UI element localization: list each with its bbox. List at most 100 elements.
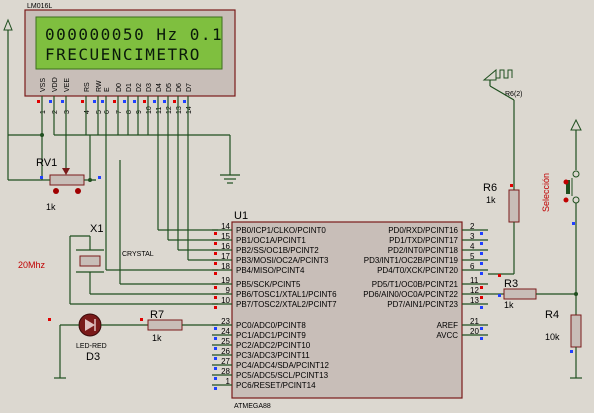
r3-value: 1k: [504, 300, 514, 310]
mcu-pin-number: 17: [221, 252, 230, 261]
lcd-module[interactable]: 000000050 Hz 0.1 FRECUENCIMETRO LM016L V…: [24, 3, 236, 114]
mcu-pin-name: PB7/TOSC2/XTAL2/PCINT7: [236, 300, 337, 309]
pin-marker: [570, 350, 573, 353]
pin-marker: [214, 327, 217, 330]
pin-marker: [140, 318, 143, 321]
resistor-r7[interactable]: R7 1k: [147, 309, 218, 343]
pin-marker: [480, 327, 483, 330]
mcu-pin-number: 19: [221, 276, 230, 285]
pin-marker: [214, 377, 217, 380]
lcd-pin-number: 1: [40, 110, 47, 114]
mcu-pin-name: PC0/ADC0/PCINT8: [236, 321, 306, 330]
pin-marker: [37, 100, 40, 103]
r7-ref: R7: [150, 309, 164, 321]
resistor-r3[interactable]: R3 1k: [488, 278, 576, 310]
mcu-ref: U1: [234, 210, 248, 222]
crystal-frequency: 20Mhz: [18, 260, 46, 270]
mcu-pin-name: PD0/RXD/PCINT16: [388, 226, 458, 235]
pin-marker: [214, 232, 217, 235]
pin-marker: [480, 232, 483, 235]
mcu-pin-number: 24: [221, 327, 230, 336]
resistor-r4[interactable]: R4 10k: [545, 294, 582, 379]
lcd-pin-number: 9: [136, 110, 143, 114]
r4-value: 10k: [545, 332, 560, 342]
pin-marker: [173, 100, 176, 103]
lcd-pin-label: D6: [176, 83, 183, 92]
rv1-decrease-handle[interactable]: [53, 188, 59, 194]
pin-marker: [214, 262, 217, 265]
lcd-pin-number: 3: [64, 110, 71, 114]
lcd-pin-label: VDD: [52, 77, 59, 92]
mcu-pin-number: 14: [221, 222, 230, 231]
mcu-pin-number: 6: [470, 262, 475, 271]
mcu-pin-name: PC5/ADC5/SCL/PCINT13: [236, 371, 329, 380]
pin-marker: [49, 100, 52, 103]
mcu-pin-number: 12: [470, 286, 479, 295]
pin-marker: [480, 296, 483, 299]
lcd-supply-wires: [8, 118, 240, 271]
mcu-pin-number: 10: [221, 296, 230, 305]
lcd-pin-label: D1: [126, 83, 133, 92]
mcu-pin-name: PC4/ADC4/SDA/PCINT12: [236, 361, 329, 370]
lcd-ref: LM016L: [27, 3, 52, 10]
pin-marker: [123, 100, 126, 103]
mcu-pin-name: PD3/INT1/OC2B/PCINT19: [364, 256, 459, 265]
mcu-pin-name: PC2/ADC2/PCINT10: [236, 341, 311, 350]
signal-generator[interactable]: R6(2): [482, 68, 523, 190]
pin-marker: [101, 100, 104, 103]
pin-marker: [214, 306, 217, 309]
mcu-pin-number: 25: [221, 337, 230, 346]
pin-marker: [498, 294, 501, 297]
lcd-line-1: 000000050 Hz 0.1: [45, 25, 223, 44]
led-d3[interactable]: LED-RED D3: [54, 313, 148, 379]
lcd-pin-label: RS: [84, 82, 91, 92]
r7-value: 1k: [152, 333, 162, 343]
switch-toggle-handle[interactable]: [563, 179, 569, 185]
pin-marker: [214, 367, 217, 370]
mcu-pin-number: 11: [470, 276, 479, 285]
mcu-pin-name: PB6/TOSC1/XTAL1/PCINT6: [236, 290, 337, 299]
mcu-pin-name: PD1/TXD/PCINT17: [389, 236, 458, 245]
led-ref: D3: [86, 351, 100, 363]
pin-marker: [480, 252, 483, 255]
mcu-pin-number: 2: [470, 222, 475, 231]
lcd-pin-label: D5: [166, 83, 173, 92]
mcu-pin-number: 26: [221, 347, 230, 356]
mcu-pin-name: PD4/T0/XCK/PCINT20: [377, 266, 458, 275]
rv1-body: [49, 174, 85, 186]
mcu-pin-number: 16: [221, 242, 230, 251]
lcd-pin-number: 8: [126, 110, 133, 114]
pin-marker: [480, 337, 483, 340]
selection-switch[interactable]: Selección: [541, 118, 582, 294]
r6-ref: R6: [483, 182, 497, 194]
resistor-r6[interactable]: R6 1k: [483, 182, 520, 275]
pin-marker: [133, 100, 136, 103]
mcu-pin-name: PB4/MISO/PCINT4: [236, 266, 305, 275]
mcu-pin-number: 1: [226, 377, 231, 386]
pin-marker: [113, 100, 116, 103]
pin-marker: [153, 100, 156, 103]
lcd-pin-label: VEE: [64, 78, 71, 92]
pin-marker: [40, 176, 43, 179]
pin-marker: [480, 242, 483, 245]
pin-marker: [214, 347, 217, 350]
r4-ref: R4: [545, 309, 559, 321]
mcu-pin-number: 9: [226, 286, 231, 295]
mcu-pin-number: 27: [221, 357, 230, 366]
mcu-left-pins: 14 PB0/ICP1/CLKO/PCINT0 15 PB1/OC1A/PCINT1 1…: [212, 222, 337, 390]
mcu-pin-number: 5: [470, 252, 475, 261]
rv1-value: 1k: [46, 202, 56, 212]
lcd-pin-numbers: 1 2 3 4 5 6 7 8 9 10 11 12 13 14: [40, 106, 193, 114]
pin-marker: [93, 100, 96, 103]
mcu-pin-number: 23: [221, 317, 230, 326]
mcu-pin-number: 15: [221, 232, 230, 241]
rv1-increase-handle[interactable]: [75, 188, 81, 194]
mcu-pin-name: AREF: [437, 321, 458, 330]
switch-label: Selección: [541, 173, 551, 212]
rv1-potentiometer[interactable]: RV1 1k: [36, 157, 96, 212]
lcd-pin-label: E: [104, 87, 111, 92]
mcu-u1[interactable]: U1 ATMEGA88 14 PB0/ICP1/CLKO/PCINT015 PB1/…: [212, 210, 488, 410]
mcu-pin-name: PD6/AIN0/OC0A/PCINT22: [363, 290, 458, 299]
pin-marker: [143, 100, 146, 103]
mcu-pin-name: PD7/AIN1/PCINT23: [387, 300, 458, 309]
